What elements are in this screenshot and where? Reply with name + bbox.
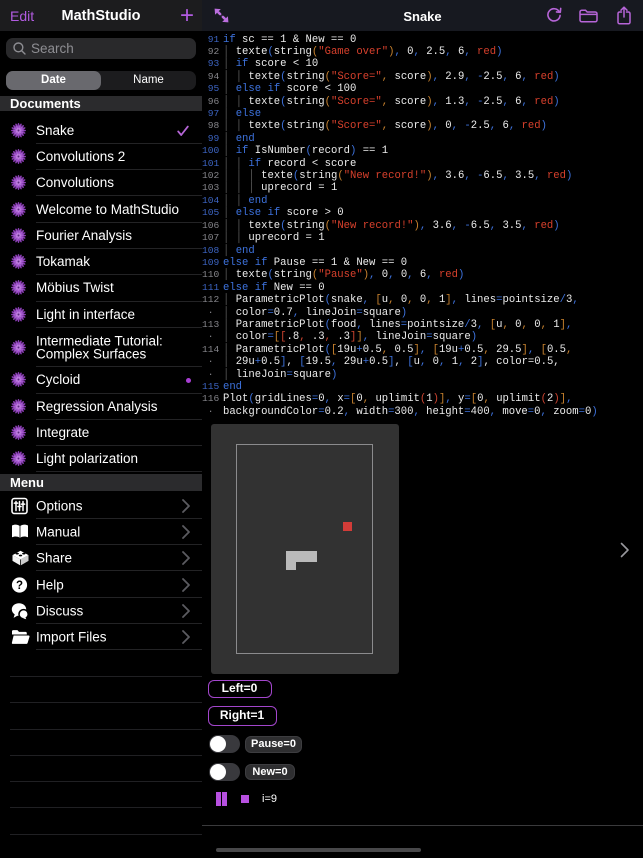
svg-text:?: ?: [16, 579, 23, 591]
